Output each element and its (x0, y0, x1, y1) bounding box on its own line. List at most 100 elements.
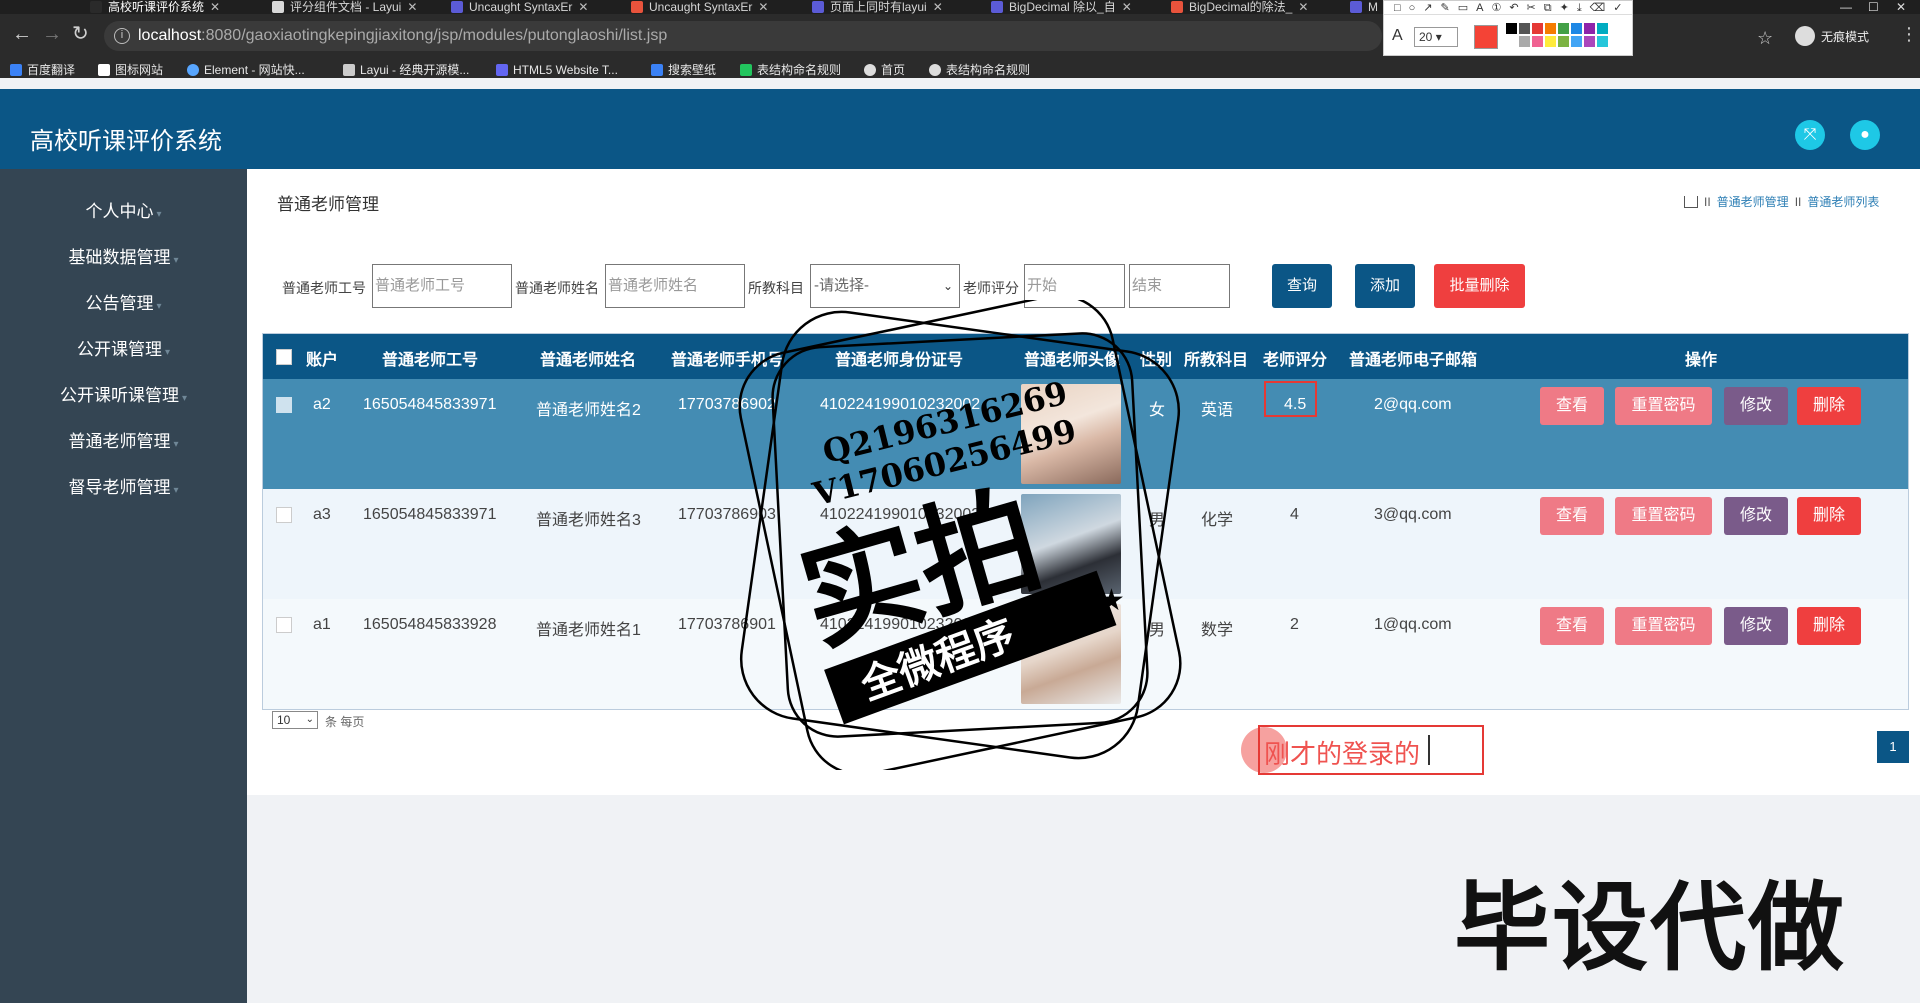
bookmark-item[interactable]: 搜索壁纸 (651, 62, 716, 78)
color-swatch[interactable] (1584, 36, 1595, 47)
breadcrumb-item[interactable]: 普通老师管理 (1717, 193, 1789, 210)
close-window-icon[interactable]: ✕ (1896, 0, 1906, 14)
teacher-id-input[interactable]: 普通老师工号 (372, 264, 512, 308)
color-swatch[interactable] (1571, 36, 1582, 47)
drawing-tools-row[interactable]: □○↗✎▭A①↶✂⧉✦⤓⌫✓✕ (1384, 1, 1632, 15)
select-all-checkbox[interactable] (276, 349, 292, 365)
color-swatch[interactable] (1545, 23, 1556, 34)
minimize-icon[interactable]: — (1840, 0, 1852, 14)
delete-button[interactable]: 删除 (1797, 497, 1861, 535)
view-button[interactable]: 查看 (1540, 607, 1604, 645)
browser-tab[interactable]: BigDecimal 除以_自 ✕ (991, 0, 1151, 14)
browser-tab[interactable]: Uncaught SyntaxEr ✕ (631, 0, 791, 14)
close-icon[interactable]: ✕ (407, 1, 417, 13)
edit-button[interactable]: 修改 (1724, 607, 1788, 645)
close-icon[interactable]: ✕ (1298, 1, 1308, 13)
bookmark-item[interactable]: 百度翻译 (10, 62, 75, 78)
color-swatch[interactable] (1558, 23, 1569, 34)
sidebar-item-personal-center[interactable]: 个人中心 ▾ (0, 189, 247, 235)
query-button[interactable]: 查询 (1272, 264, 1332, 308)
color-swatch[interactable] (1506, 36, 1517, 47)
browser-tab[interactable]: BigDecimal的除法_ ✕ (1171, 0, 1331, 14)
edit-button[interactable]: 修改 (1724, 497, 1788, 535)
close-icon[interactable]: ✕ (210, 1, 220, 13)
row-checkbox[interactable] (276, 617, 292, 633)
sidebar-item-open-class-listening[interactable]: 公开课听课管理 ▾ (0, 373, 247, 419)
sidebar-item-announcements[interactable]: 公告管理 ▾ (0, 281, 247, 327)
view-button[interactable]: 查看 (1540, 387, 1604, 425)
color-swatch[interactable] (1597, 23, 1608, 34)
fullscreen-icon[interactable]: ⤧ (1795, 120, 1825, 150)
color-swatch[interactable] (1532, 36, 1543, 47)
color-swatch[interactable] (1506, 23, 1517, 34)
score-start-placeholder: 开始 (1027, 277, 1058, 294)
close-icon[interactable]: ✕ (578, 1, 588, 13)
bookmark-star-icon[interactable]: ☆ (1757, 28, 1773, 49)
close-icon[interactable]: ✕ (758, 1, 768, 13)
reset-password-button[interactable]: 重置密码 (1615, 607, 1712, 645)
color-swatch[interactable] (1532, 23, 1543, 34)
delete-button[interactable]: 删除 (1797, 607, 1861, 645)
forward-icon[interactable]: → (42, 24, 62, 44)
row-checkbox[interactable] (276, 507, 292, 523)
maximize-icon[interactable]: ☐ (1868, 0, 1879, 14)
bookmark-favicon-icon (740, 64, 752, 76)
cell-teacher-name: 普通老师姓名2 (536, 402, 641, 419)
color-swatch[interactable] (1519, 36, 1530, 47)
sidebar-item-supervisors[interactable]: 督导老师管理 ▾ (0, 465, 247, 511)
sidebar-item-open-class[interactable]: 公开课管理 ▾ (0, 327, 247, 373)
delete-button[interactable]: 删除 (1797, 387, 1861, 425)
score-start-input[interactable]: 开始 (1024, 264, 1125, 308)
row-checkbox[interactable] (276, 397, 292, 413)
incognito-indicator[interactable]: 无痕模式 (1795, 26, 1869, 46)
font-size-select[interactable]: 20 ▾ (1414, 27, 1458, 47)
view-button[interactable]: 查看 (1540, 497, 1604, 535)
user-icon[interactable]: ● (1850, 120, 1880, 150)
breadcrumb-item[interactable]: 普通老师列表 (1807, 193, 1879, 210)
teacher-name-input[interactable]: 普通老师姓名 (605, 264, 745, 308)
reset-password-button[interactable]: 重置密码 (1615, 387, 1712, 425)
close-icon[interactable]: ✕ (933, 1, 943, 13)
browser-tab[interactable]: M (1350, 0, 1380, 14)
url-field[interactable]: i localhost:8080/gaoxiaotingkepingjiaxit… (104, 21, 1382, 51)
color-swatch[interactable] (1519, 23, 1530, 34)
color-swatch[interactable] (1584, 23, 1595, 34)
color-swatch[interactable] (1571, 23, 1582, 34)
browser-menu-icon[interactable]: ⋮ (1900, 24, 1918, 45)
app-title: 高校听课评价系统 (30, 128, 222, 155)
bookmark-label: 表结构命名规则 (946, 63, 1031, 77)
bookmark-item[interactable]: HTML5 Website T... (496, 62, 618, 78)
close-icon[interactable]: ✕ (1122, 1, 1132, 13)
reload-icon[interactable]: ↻ (72, 24, 89, 44)
bookmark-item[interactable]: 图标网站 (98, 62, 163, 78)
browser-tab[interactable]: 高校听课评价系统 ✕ (90, 0, 250, 14)
score-end-input[interactable]: 结束 (1129, 264, 1230, 308)
subject-select[interactable]: -请选择- ⌄ (810, 264, 960, 308)
browser-tab[interactable]: 页面上同时有layui ✕ (812, 0, 972, 14)
bookmark-label: 图标网站 (115, 63, 164, 77)
info-icon[interactable]: i (114, 28, 130, 44)
back-icon[interactable]: ← (12, 24, 32, 44)
page-size-select[interactable]: 10 ⌄ (272, 711, 318, 729)
bookmark-item[interactable]: 首页 (864, 62, 905, 78)
browser-tab[interactable]: Uncaught SyntaxEr ✕ (451, 0, 611, 14)
bookmark-item[interactable]: 表结构命名规则 (929, 62, 1030, 78)
page-number-button[interactable]: 1 (1877, 731, 1909, 763)
color-swatch[interactable] (1545, 36, 1556, 47)
color-swatch[interactable] (1597, 36, 1608, 47)
color-palette[interactable] (1506, 23, 1608, 47)
sidebar-item-teachers[interactable]: 普通老师管理 ▾ (0, 419, 247, 465)
current-color-swatch[interactable] (1474, 25, 1498, 49)
bookmark-item[interactable]: Layui - 经典开源模... (343, 62, 469, 78)
browser-tab[interactable]: 评分组件文档 - Layui ✕ (272, 0, 422, 14)
reset-password-button[interactable]: 重置密码 (1615, 497, 1712, 535)
batch-delete-button[interactable]: 批量删除 (1434, 264, 1525, 308)
bookmark-item[interactable]: 表结构命名规则 (740, 62, 841, 78)
bookmark-item[interactable]: Element - 网站快... (187, 62, 305, 78)
color-swatch[interactable] (1558, 36, 1569, 47)
home-icon[interactable] (1684, 195, 1698, 208)
add-button[interactable]: 添加 (1355, 264, 1415, 308)
sidebar-item-label: 个人中心 (85, 202, 154, 221)
edit-button[interactable]: 修改 (1724, 387, 1788, 425)
sidebar-item-base-data[interactable]: 基础数据管理 ▾ (0, 235, 247, 281)
